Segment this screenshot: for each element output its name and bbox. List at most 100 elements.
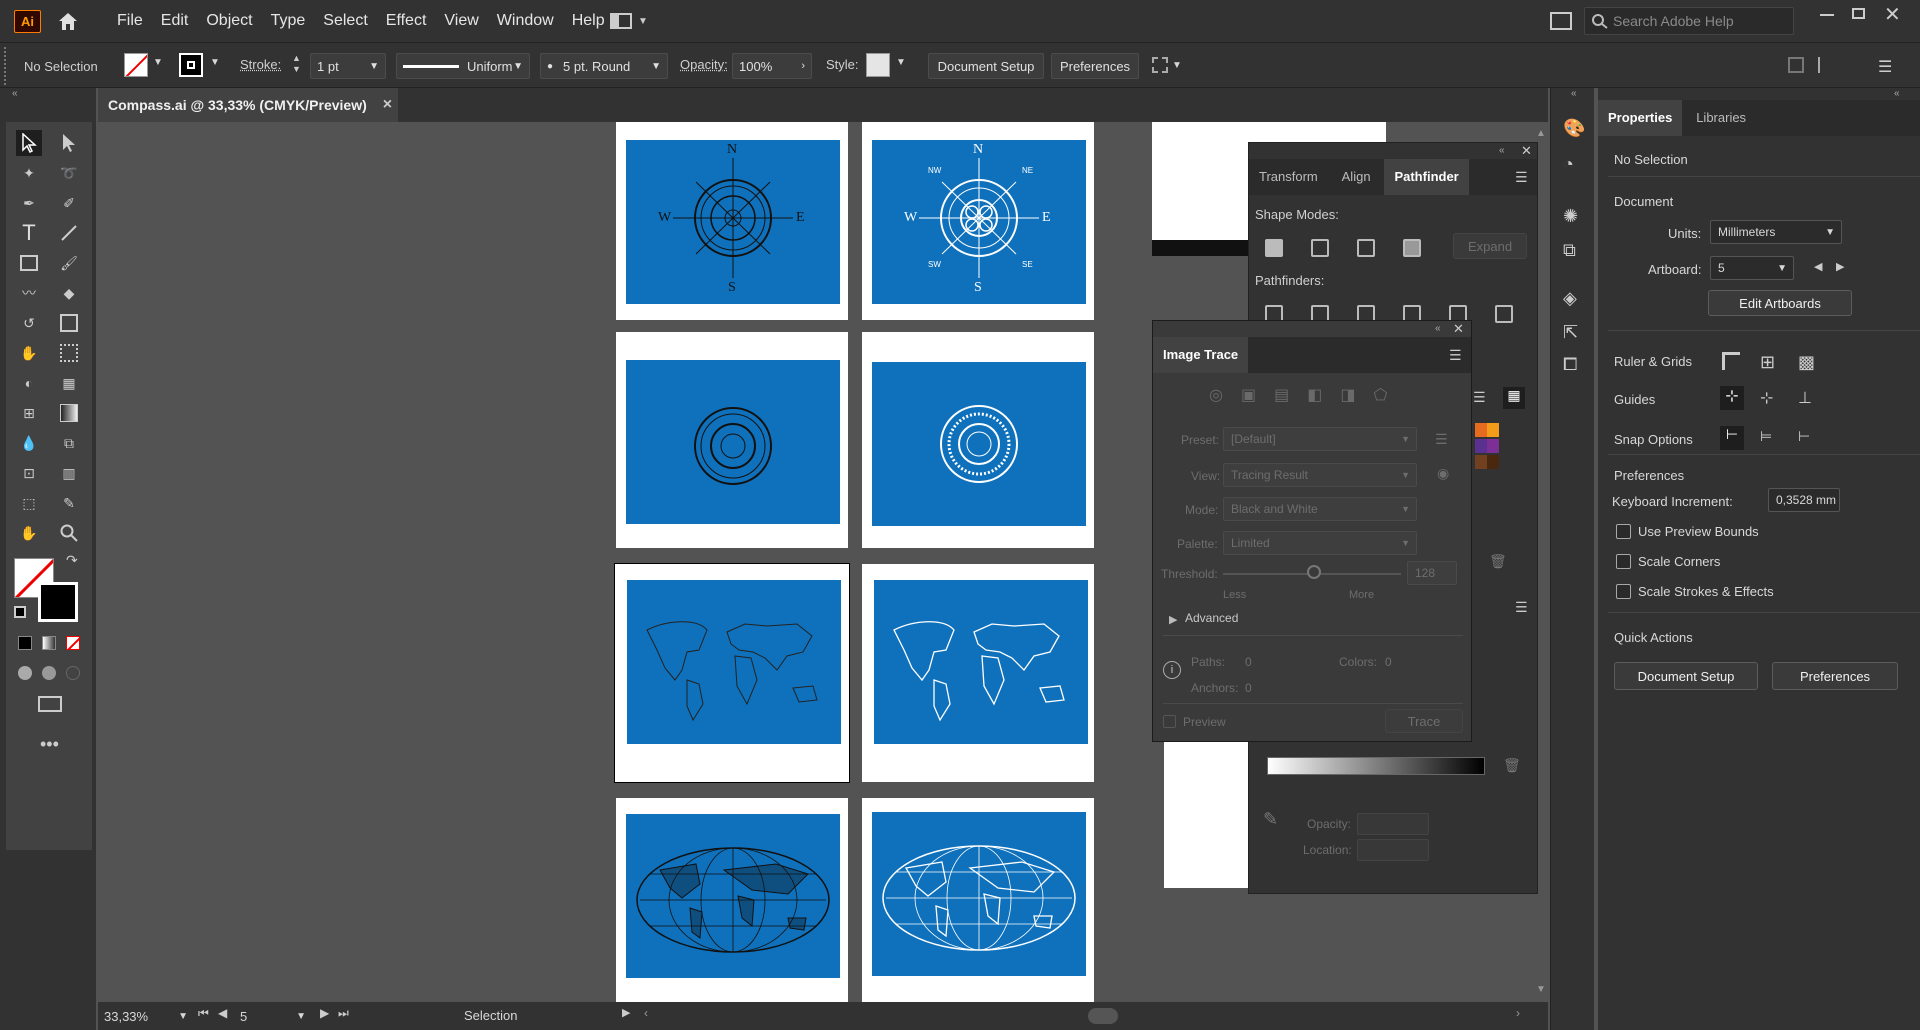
units-select[interactable]: Millimeters ▼ xyxy=(1710,220,1842,244)
eyedropper-tool-icon[interactable]: 💧 xyxy=(16,430,42,456)
artboard-4[interactable] xyxy=(862,332,1094,548)
swatch-purple[interactable] xyxy=(1487,439,1499,453)
use-preview-bounds-checkbox[interactable] xyxy=(1616,524,1631,539)
image-trace-menu-icon[interactable]: ☰ xyxy=(1449,347,1462,364)
snap-point-icon[interactable]: ⊢ xyxy=(1720,426,1744,450)
exclude-icon[interactable] xyxy=(1403,239,1421,257)
tab-pathfinder[interactable]: Pathfinder xyxy=(1384,159,1469,195)
color-mode-icon[interactable] xyxy=(18,636,32,650)
document-tab[interactable]: Compass.ai @ 33,33% (CMYK/Preview) × xyxy=(98,88,398,122)
artboard-navigator[interactable]: 5 ▼ xyxy=(240,1006,306,1026)
close-tab-icon[interactable]: × xyxy=(383,96,392,114)
stroke-swatch[interactable] xyxy=(179,53,203,77)
blend-tool-icon[interactable]: ⧉ xyxy=(56,430,82,456)
tab-properties[interactable]: Properties xyxy=(1598,100,1683,136)
symbol-sprayer-tool-icon[interactable]: ⊡ xyxy=(16,460,42,486)
shaper-tool-icon[interactable]: 〰 xyxy=(16,280,42,306)
gradient-delete-icon[interactable]: 🗑 xyxy=(1503,757,1521,774)
image-trace-collapse-icon[interactable]: « xyxy=(1435,323,1441,334)
scale-strokes-checkbox[interactable] xyxy=(1616,584,1631,599)
workspace-switcher-icon[interactable]: ▼ xyxy=(610,12,654,30)
unite-icon[interactable] xyxy=(1265,239,1283,257)
mode-select[interactable]: Black and White ▼ xyxy=(1223,497,1417,521)
scroll-right-icon[interactable]: › xyxy=(1516,1006,1520,1020)
menu-help[interactable]: Help xyxy=(563,12,614,30)
minimize-icon[interactable] xyxy=(1820,14,1834,16)
hand-tool-icon[interactable]: ✋ xyxy=(16,520,42,546)
grid-icon[interactable]: ⊞ xyxy=(1760,352,1775,373)
color-panel-icon[interactable]: 🎨 xyxy=(1563,118,1585,139)
paintbrush-tool-icon[interactable]: 🖌 xyxy=(56,250,82,276)
draw-behind-icon[interactable] xyxy=(42,666,56,680)
color-guide-icon[interactable]: ◔ xyxy=(1563,154,1574,175)
advanced-label[interactable]: Advanced xyxy=(1185,611,1238,625)
tab-transform[interactable]: Transform xyxy=(1249,159,1328,195)
line-tool-icon[interactable] xyxy=(56,220,82,246)
gradient-location-select[interactable] xyxy=(1357,839,1429,861)
artboard-prev-icon[interactable]: ◀ xyxy=(1814,260,1822,273)
view-eye-icon[interactable]: ◉ xyxy=(1437,465,1449,482)
expand-button[interactable]: Expand xyxy=(1453,233,1527,259)
minus-front-icon[interactable] xyxy=(1311,239,1329,257)
perspective-grid-tool-icon[interactable]: ▦ xyxy=(56,370,82,396)
maximize-icon[interactable] xyxy=(1852,8,1865,19)
scale-corners-checkbox[interactable] xyxy=(1616,554,1631,569)
draw-normal-icon[interactable] xyxy=(18,666,32,680)
edit-toolbar-icon[interactable]: ••• xyxy=(40,734,59,755)
transparency-grid-icon[interactable]: ▩ xyxy=(1798,352,1815,373)
pathfinder-menu-icon[interactable]: ☰ xyxy=(1515,169,1528,186)
lasso-tool-icon[interactable]: ➰ xyxy=(56,160,82,186)
smart-guides-icon[interactable]: ⊹ xyxy=(1760,388,1773,408)
magic-wand-tool-icon[interactable]: ✦ xyxy=(16,160,42,186)
preview-checkbox[interactable] xyxy=(1163,715,1176,728)
high-color-icon[interactable]: ▣ xyxy=(1241,385,1256,405)
column-graph-tool-icon[interactable]: ▥ xyxy=(56,460,82,486)
next-artboard-icon[interactable]: ▶ xyxy=(320,1006,329,1020)
export-icon[interactable]: ⇱ xyxy=(1563,322,1578,343)
status-menu-icon[interactable]: ▶ xyxy=(622,1006,630,1019)
scroll-left-icon[interactable]: ‹ xyxy=(644,1006,648,1020)
transform-options-icon[interactable]: ▼ xyxy=(1152,55,1190,75)
intersect-icon[interactable] xyxy=(1357,239,1375,257)
free-transform-tool-icon[interactable] xyxy=(56,340,82,366)
artboard-6[interactable] xyxy=(862,564,1094,782)
appearance-icon[interactable]: ✺ xyxy=(1563,206,1578,227)
tools-collapse-icon[interactable]: « xyxy=(12,88,18,99)
menu-window[interactable]: Window xyxy=(488,12,563,30)
perspective-guides-icon[interactable]: ⊥ xyxy=(1798,388,1812,408)
strip-collapse-icon[interactable]: « xyxy=(1571,88,1577,99)
snap-pixel-icon[interactable]: ⊢ xyxy=(1798,428,1810,445)
stroke-color-box[interactable] xyxy=(38,582,78,622)
artboards-icon[interactable]: ⧉ xyxy=(1563,240,1576,261)
pen-tool-icon[interactable]: ✒ xyxy=(16,190,42,216)
warp-tool-icon[interactable]: ✋ xyxy=(16,340,42,366)
tab-align[interactable]: Align xyxy=(1332,159,1381,195)
last-artboard-icon[interactable]: ⏭ xyxy=(338,1006,349,1021)
selection-tool-icon[interactable] xyxy=(16,130,42,156)
asset-export-icon[interactable]: ⧠ xyxy=(1563,354,1577,375)
menu-select[interactable]: Select xyxy=(314,12,376,30)
slice-tool-icon[interactable]: ✎ xyxy=(56,490,82,516)
grayscale-icon[interactable]: ◧ xyxy=(1307,385,1322,405)
zoom-tool-icon[interactable] xyxy=(56,520,82,546)
swatch-orange[interactable] xyxy=(1475,423,1487,437)
swatches-grid-view-icon[interactable]: ▦ xyxy=(1503,387,1525,409)
image-trace-close-icon[interactable]: ✕ xyxy=(1453,321,1464,337)
eraser-tool-icon[interactable]: ◆ xyxy=(56,280,82,306)
mesh-tool-icon[interactable]: ⊞ xyxy=(16,400,42,426)
swatches-list-view-icon[interactable]: ☰ xyxy=(1473,389,1486,406)
quick-preferences-button[interactable]: Preferences xyxy=(1772,662,1898,690)
stroke-weight-stepper[interactable]: ▲ ▼ xyxy=(292,53,301,75)
gradient-eyedropper-icon[interactable]: ✎ xyxy=(1263,809,1278,830)
scale-tool-icon[interactable] xyxy=(56,310,82,336)
artboard-5[interactable] xyxy=(614,563,850,783)
black-white-icon[interactable]: ◨ xyxy=(1340,385,1355,405)
brush-select[interactable]: ● 5 pt. Round ▼ xyxy=(540,53,668,79)
gradient-slider[interactable] xyxy=(1267,757,1485,775)
menu-edit[interactable]: Edit xyxy=(152,12,198,30)
artboard-tool-icon[interactable]: ⬚ xyxy=(16,490,42,516)
show-guides-icon[interactable]: ⊹ xyxy=(1720,386,1744,410)
swatch-dark-brown[interactable] xyxy=(1487,455,1499,469)
menu-view[interactable]: View xyxy=(435,12,487,30)
type-tool-icon[interactable]: T xyxy=(16,220,42,246)
